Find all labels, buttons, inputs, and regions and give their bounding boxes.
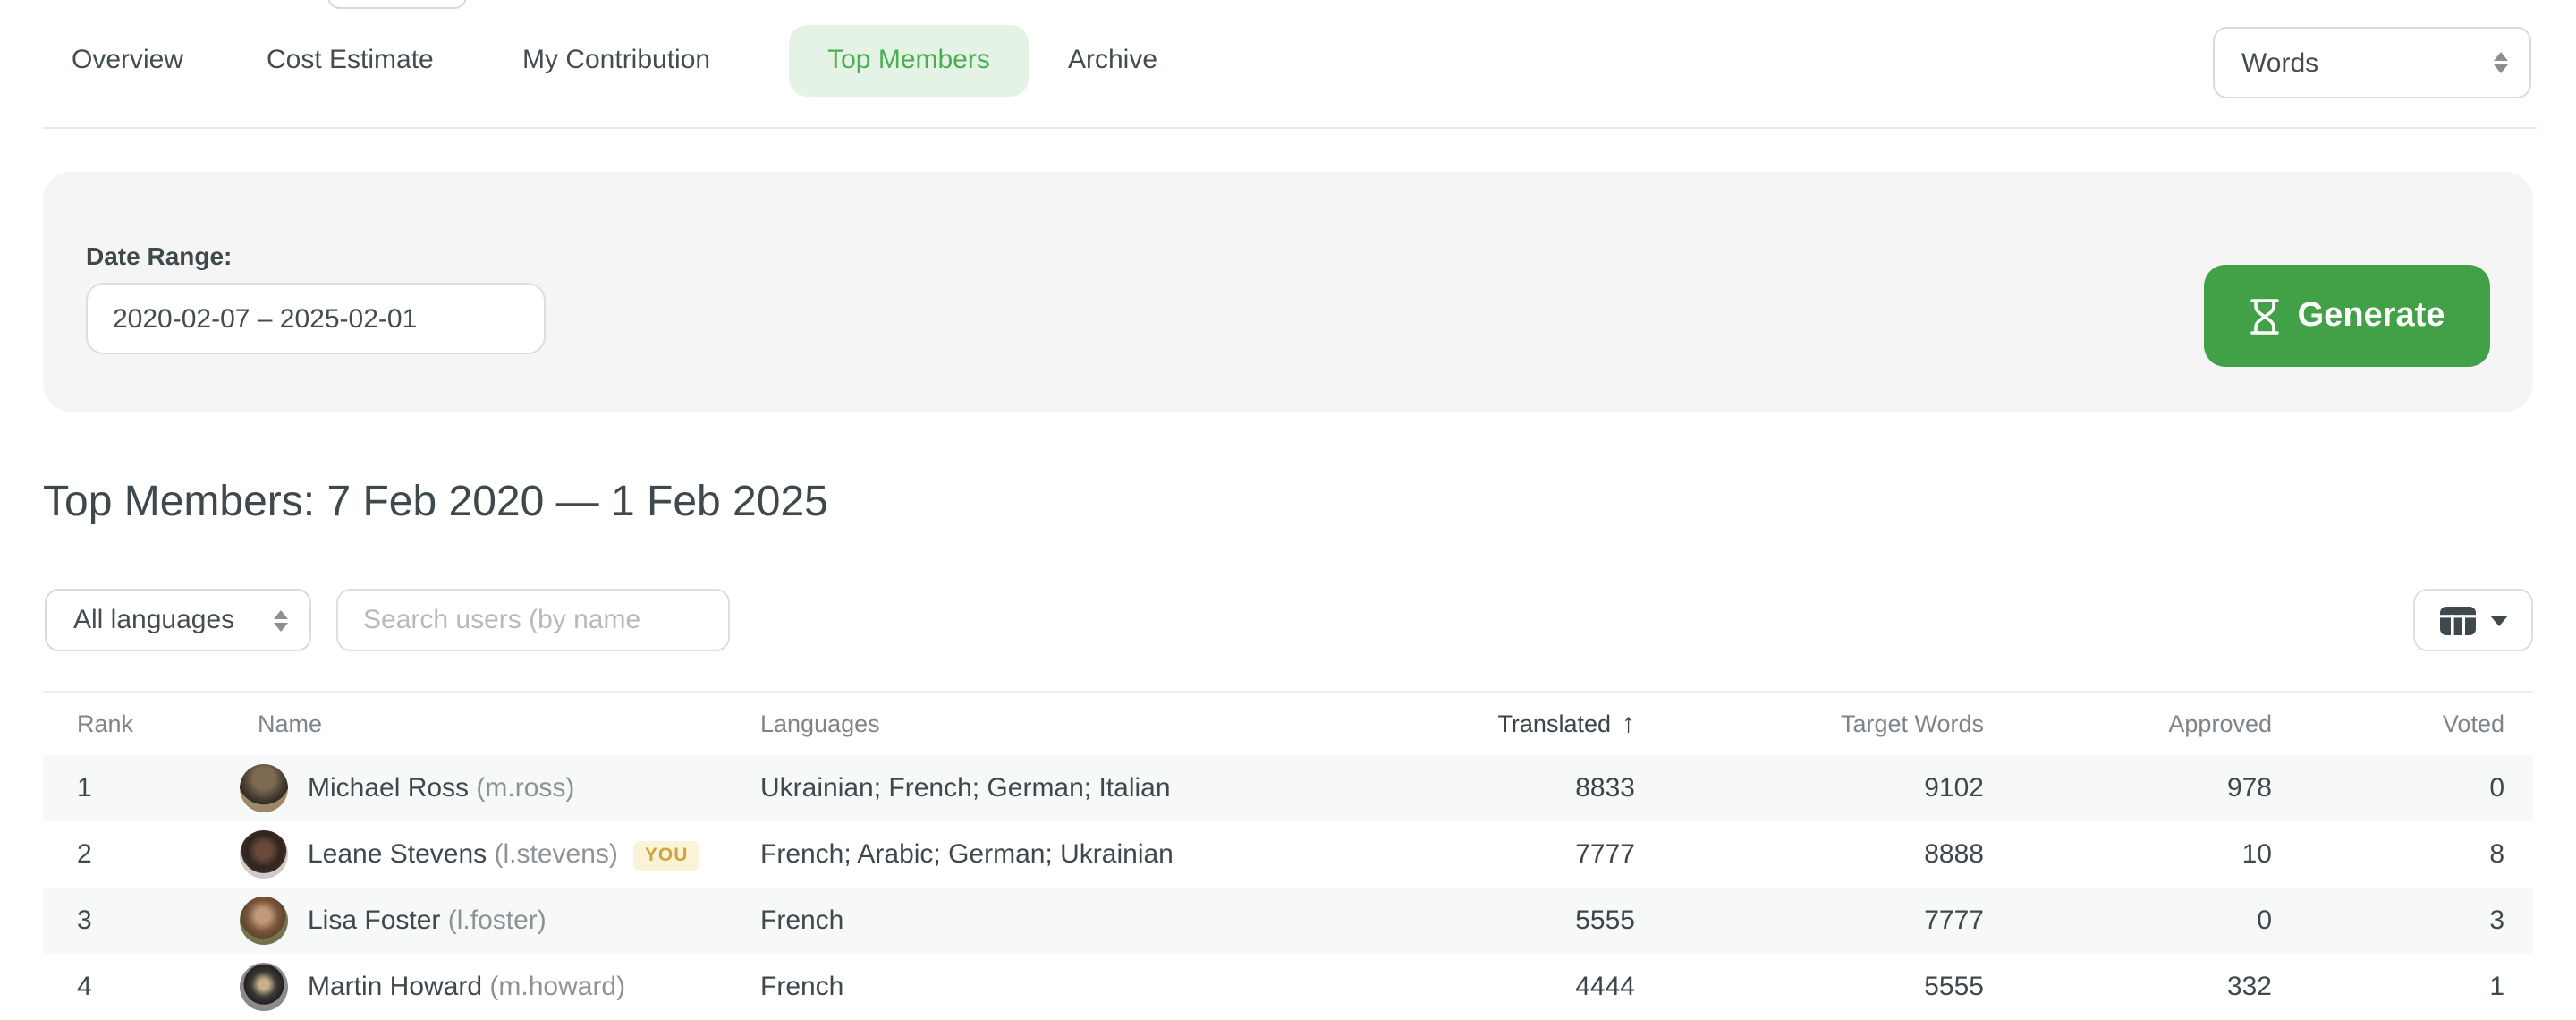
column-settings-button[interactable] [2413,589,2533,651]
caret-down-icon [2489,615,2507,625]
full-name: Martin Howard [308,972,482,1002]
languages-value: French [760,954,843,1020]
member-name: Michael Ross (m.ross) [308,755,574,821]
language-filter-value: All languages [73,605,234,635]
target-words-value: 5555 [1924,954,1984,1020]
table-columns-icon [2439,606,2475,634]
approved-value: 10 [2242,821,2272,888]
translated-value: 5555 [1575,888,1635,954]
avatar [240,897,288,945]
voted-value: 0 [2489,755,2504,821]
translated-value: 8833 [1575,755,1635,821]
rank-value: 1 [77,755,92,821]
approved-value: 978 [2227,755,2272,821]
reports-page: Overview Cost Estimate My Contribution T… [0,0,2576,1020]
date-range-input[interactable] [86,283,546,354]
languages-value: Ukrainian; French; German; Italian [760,755,1171,821]
you-badge: YOU [634,841,699,871]
avatar [240,963,288,1011]
username: (m.howard) [489,972,625,1002]
generate-button[interactable]: Generate [2204,265,2490,367]
approved-value: 332 [2227,954,2272,1020]
column-header-voted[interactable]: Voted [2443,693,2504,755]
generate-label: Generate [2298,296,2445,336]
cutoff-element [327,0,467,9]
date-range-label: Date Range: [86,242,232,270]
rank-value: 3 [77,888,92,954]
avatar [240,764,288,812]
username: (l.stevens) [495,839,618,870]
select-arrows-icon [274,609,288,631]
member-name: Martin Howard (m.howard) [308,954,625,1020]
member-name: Lisa Foster (l.foster) [308,888,547,954]
full-name: Michael Ross [308,773,469,803]
approved-value: 0 [2257,888,2272,954]
voted-value: 1 [2489,954,2504,1020]
table-row: 4 Martin Howard (m.howard) French 4444 5… [43,954,2533,1020]
column-header-approved[interactable]: Approved [2168,693,2272,755]
table-row: 1 Michael Ross (m.ross) Ukrainian; Frenc… [43,755,2533,821]
avatar [240,830,288,879]
rank-value: 4 [77,954,92,1020]
target-words-value: 8888 [1924,821,1984,888]
tab-overview[interactable]: Overview [72,25,183,97]
table-row: 3 Lisa Foster (l.foster) French 5555 777… [43,888,2533,954]
full-name: Leane Stevens [308,839,487,870]
sort-ascending-icon: ↑ [1622,693,1635,755]
hourglass-icon [2250,298,2282,334]
rank-value: 2 [77,821,92,888]
tab-my-contribution[interactable]: My Contribution [522,25,710,97]
full-name: Lisa Foster [308,905,440,936]
target-words-value: 9102 [1924,755,1984,821]
voted-value: 8 [2489,821,2504,888]
column-header-rank[interactable]: Rank [77,693,133,755]
column-header-name[interactable]: Name [258,693,322,755]
column-header-translated[interactable]: Translated ↑ [1497,693,1635,755]
column-header-translated-label: Translated [1497,693,1611,755]
voted-value: 3 [2489,888,2504,954]
username: (m.ross) [476,773,574,803]
languages-value: French [760,888,843,954]
translated-value: 4444 [1575,954,1635,1020]
select-arrows-icon [2494,52,2508,73]
tab-cost-estimate[interactable]: Cost Estimate [267,25,434,97]
search-input[interactable] [336,589,730,651]
tab-top-members[interactable]: Top Members [789,25,1029,97]
target-words-value: 7777 [1924,888,1984,954]
unit-select-value: Words [2241,47,2318,78]
table-row: 2 Leane Stevens (l.stevens) YOU French; A… [43,821,2533,888]
table-header-row: Rank Name Languages Translated ↑ Target … [43,693,2533,755]
column-header-languages[interactable]: Languages [760,693,880,755]
column-header-target-words[interactable]: Target Words [1841,693,1984,755]
language-filter-select[interactable]: All languages [45,589,311,651]
tabs-divider [43,127,2537,129]
page-title: Top Members: 7 Feb 2020 — 1 Feb 2025 [43,472,828,533]
translated-value: 7777 [1575,821,1635,888]
username: (l.foster) [448,905,547,936]
languages-value: French; Arabic; German; Ukrainian [760,821,1174,888]
member-name: Leane Stevens (l.stevens) YOU [308,821,699,888]
tab-archive[interactable]: Archive [1068,25,1157,97]
unit-select[interactable]: Words [2213,27,2531,98]
